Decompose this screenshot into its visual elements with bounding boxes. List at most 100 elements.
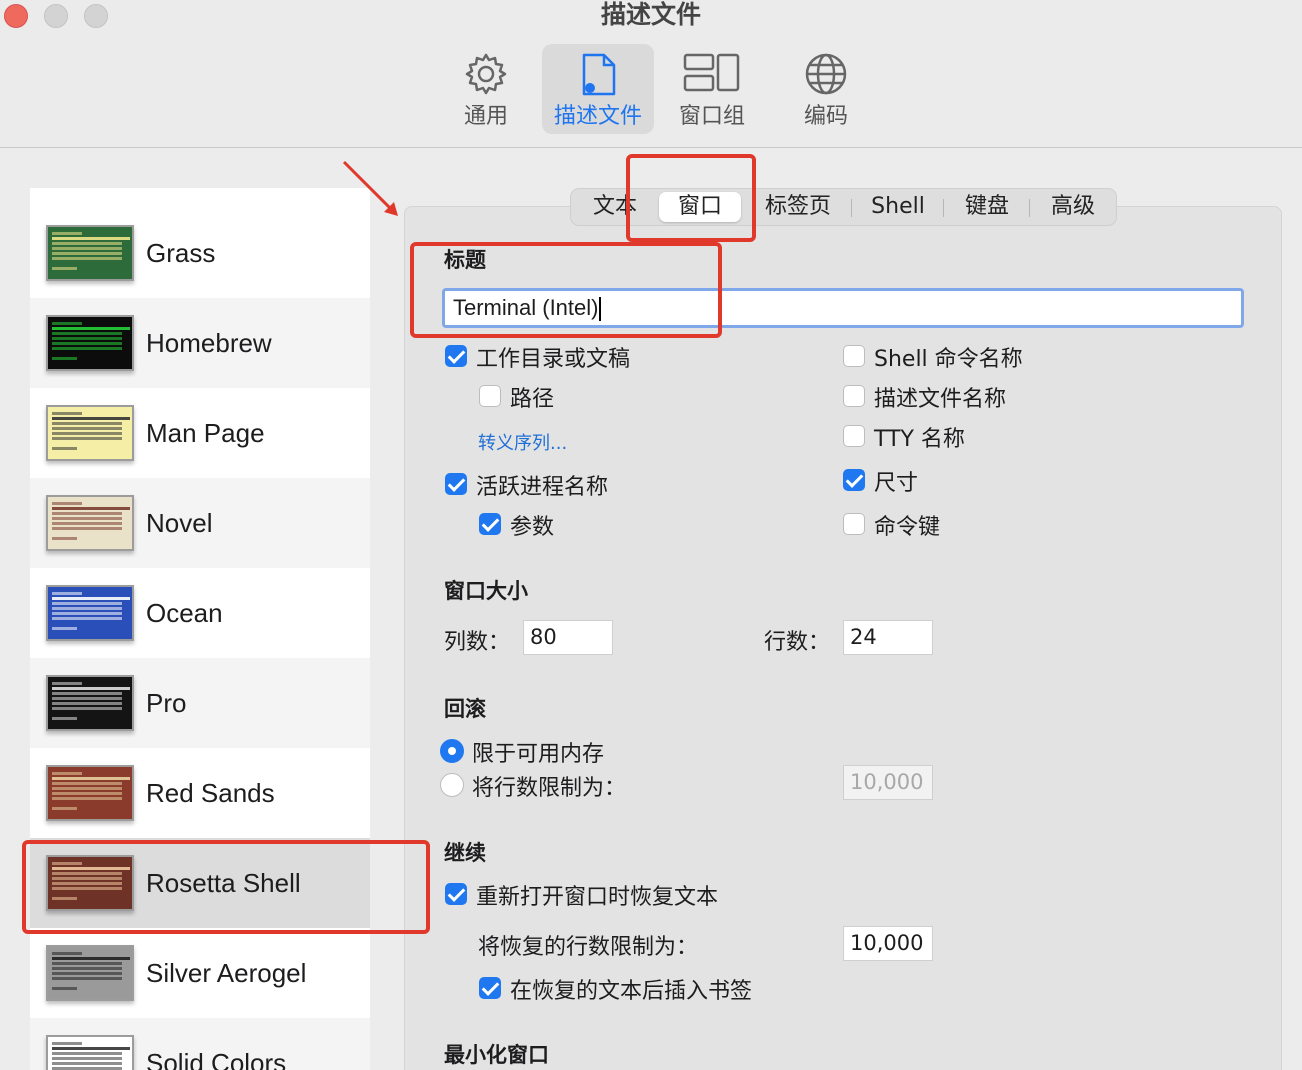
profile-thumbnail [46,495,134,551]
command-key-label: 命令键 [874,515,941,540]
profile-name-checkbox[interactable] [843,385,865,407]
thumbnail-text-line [52,502,82,505]
thumbnail-text-line [52,512,122,515]
limit-memory-label: 限于可用内存 [472,742,605,767]
annotation-box-rosetta-shell [22,840,430,934]
arguments-label: 参数 [510,515,555,540]
thumbnail-text-line [52,607,122,610]
restore-limit-label: 将恢复的行数限制为： [478,935,699,960]
thumbnail-text-line [52,697,122,700]
path-checkbox[interactable] [479,385,501,407]
tab-shell[interactable]: Shell [859,189,937,225]
thumbnail-text-line [52,1042,82,1045]
thumbnail-text-line [52,807,77,810]
shell-command-checkbox[interactable] [843,345,865,367]
thumbnail-text-line [52,797,122,800]
restore-limit-input[interactable]: 10,000 [843,926,933,961]
window-size-heading: 窗口大小 [444,579,528,603]
thumbnail-text-line [52,772,82,775]
thumbnail-text-line [52,1052,122,1055]
thumbnail-text-line [52,702,122,705]
columns-input[interactable]: 80 [523,620,613,655]
profile-row-ocean[interactable]: Ocean [30,568,370,658]
profile-name: Pro [146,688,187,718]
limit-lines-label: 将行数限制为： [472,776,627,801]
thumbnail-text-line [52,967,122,970]
tab-separator [851,199,852,217]
restore-text-label: 重新打开窗口时恢复文本 [476,885,719,910]
thumbnail-text-line [52,412,82,415]
escape-sequences-link[interactable]: 转义序列... [478,429,567,455]
thumbnail-text-line [52,322,82,325]
thumbnail-text-line [52,237,130,240]
limit-memory-radio[interactable] [440,739,464,763]
toolbar-profiles[interactable]: 描述文件 [542,44,654,134]
toolbar-encodings[interactable]: 编码 [770,44,882,134]
minimize-heading: 最小化窗口 [444,1043,549,1067]
gear-icon [465,53,507,95]
working-directory-checkbox[interactable] [445,345,467,367]
profile-name: Solid Colors [146,1048,287,1070]
thumbnail-text-line [52,427,122,430]
thumbnail-text-line [52,602,122,605]
thumbnail-text-line [52,612,122,615]
thumbnail-text-line [52,267,77,270]
tab-separator [943,199,944,217]
toolbar-general-label: 通用 [463,104,508,129]
annotation-arrow-icon [342,160,398,216]
profile-row-pro[interactable]: Pro [30,658,370,748]
thumbnail-text-line [52,327,130,330]
thumbnail-text-line [52,417,130,420]
toolbar-general[interactable]: 通用 [430,44,542,134]
thumbnail-text-line [52,357,77,360]
insert-bookmark-checkbox[interactable] [479,977,501,999]
profile-row-red-sands[interactable]: Red Sands [30,748,370,838]
arguments-checkbox[interactable] [479,513,501,535]
profile-row-homebrew[interactable]: Homebrew [30,298,370,388]
thumbnail-text-line [52,1062,122,1065]
annotation-box-title [410,242,722,338]
profile-name: Man Page [146,418,265,448]
thumbnail-text-line [52,347,122,350]
profile-list[interactable]: Grass Homebrew Man Page Novel Ocean Pro … [30,188,370,1070]
thumbnail-text-line [52,342,122,345]
thumbnail-text-line [52,422,122,425]
thumbnail-text-line [52,972,122,975]
restore-text-checkbox[interactable] [445,883,467,905]
toolbar-window-groups[interactable]: 窗口组 [656,44,768,134]
scrollback-limit-input[interactable]: 10,000 [843,765,933,800]
thumbnail-text-line [52,717,77,720]
profile-row-partial[interactable] [30,188,370,198]
window-title: 描述文件 [600,0,701,29]
profile-row-novel[interactable]: Novel [30,478,370,568]
limit-lines-radio[interactable] [440,773,464,797]
profile-row-solid-colors[interactable]: Solid Colors [30,1018,370,1070]
profile-thumbnail [46,315,134,371]
profile-row-silver-aerogel[interactable]: Silver Aerogel [30,928,370,1018]
profile-row-grass[interactable]: Grass [30,208,370,298]
annotation-box-window-tab [626,154,756,242]
thumbnail-text-line [52,332,122,335]
thumbnail-text-line [52,252,122,255]
rows-input[interactable]: 24 [843,620,933,655]
tab-tabs[interactable]: 标签页 [753,189,843,225]
active-process-checkbox[interactable] [445,473,467,495]
shell-command-label: Shell 命令名称 [874,347,1023,372]
tty-name-checkbox[interactable] [843,425,865,447]
thumbnail-text-line [52,232,82,235]
profile-name-label: 描述文件名称 [874,387,1007,412]
tab-advanced[interactable]: 高级 [1037,189,1109,225]
insert-bookmark-label: 在恢复的文本后插入书签 [510,979,753,1004]
thumbnail-text-line [52,792,122,795]
command-key-checkbox[interactable] [843,513,865,535]
path-label: 路径 [510,387,555,412]
profile-row-man-page[interactable]: Man Page [30,388,370,478]
profile-document-icon [582,53,616,96]
tab-keyboard[interactable]: 键盘 [951,189,1023,225]
thumbnail-text-line [52,977,122,980]
tab-separator [1029,199,1030,217]
dimensions-checkbox[interactable] [843,469,865,491]
thumbnail-text-line [52,627,77,630]
profile-thumbnail [46,585,134,641]
scrollback-heading: 回滚 [444,697,486,721]
